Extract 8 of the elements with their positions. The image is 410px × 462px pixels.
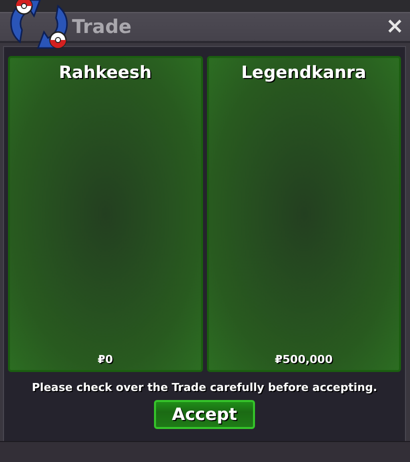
- notice-text: Please check over the Trade carefully before accepting.: [32, 381, 378, 394]
- close-button[interactable]: ×: [386, 16, 404, 38]
- trainer-name: Legendkanra: [241, 63, 366, 84]
- accept-button[interactable]: Accept: [154, 400, 255, 430]
- money-amount: ₽0: [98, 353, 113, 366]
- window-title: Trade: [72, 16, 132, 38]
- money-amount: ₽500,000: [274, 353, 333, 366]
- trainer-name: Rahkeesh: [58, 63, 152, 84]
